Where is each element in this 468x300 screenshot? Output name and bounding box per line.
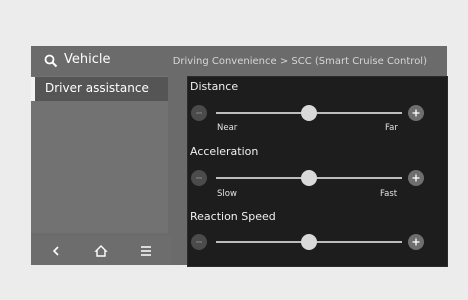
distance-slider-thumb[interactable] bbox=[301, 105, 317, 121]
minus-icon bbox=[196, 241, 202, 243]
sidebar: Driver assistance bbox=[31, 76, 168, 233]
app-window: Vehicle Driving Convenience > SCC (Smart… bbox=[31, 46, 448, 267]
top-bar: Vehicle Driving Convenience > SCC (Smart… bbox=[31, 46, 447, 76]
page-title: Vehicle bbox=[64, 52, 111, 67]
plus-icon bbox=[412, 109, 420, 117]
selection-indicator bbox=[31, 77, 35, 101]
sidebar-item-label: Driver assistance bbox=[45, 81, 149, 95]
acceleration-increase-button[interactable] bbox=[408, 170, 424, 186]
distance-label: Distance bbox=[190, 80, 239, 93]
settings-panel: Distance Near Far Acceleration Slow Fast… bbox=[187, 76, 448, 267]
chevron-left-icon bbox=[52, 246, 59, 256]
acceleration-slider-thumb[interactable] bbox=[301, 170, 317, 186]
acceleration-max-label: Fast bbox=[380, 189, 398, 199]
minus-icon bbox=[196, 112, 202, 114]
minus-icon bbox=[196, 177, 202, 179]
distance-decrease-button[interactable] bbox=[191, 105, 207, 121]
breadcrumb: Driving Convenience > SCC (Smart Cruise … bbox=[172, 56, 427, 67]
acceleration-min-label: Slow bbox=[217, 189, 237, 199]
distance-max-label: Far bbox=[385, 123, 398, 133]
search-icon[interactable] bbox=[44, 54, 58, 68]
reaction-speed-slider-thumb[interactable] bbox=[301, 234, 317, 250]
reaction-speed-decrease-button[interactable] bbox=[191, 234, 207, 250]
distance-increase-button[interactable] bbox=[408, 105, 424, 121]
plus-icon bbox=[412, 174, 420, 182]
distance-min-label: Near bbox=[217, 123, 238, 133]
menu-icon bbox=[141, 246, 151, 256]
menu-button[interactable] bbox=[131, 240, 161, 262]
reaction-speed-increase-button[interactable] bbox=[408, 234, 424, 250]
bottom-nav bbox=[31, 236, 171, 265]
back-button[interactable] bbox=[41, 240, 71, 262]
reaction-speed-label: Reaction Speed bbox=[190, 210, 276, 223]
home-icon bbox=[94, 245, 108, 257]
home-button[interactable] bbox=[86, 240, 116, 262]
sidebar-item-driver-assistance[interactable]: Driver assistance bbox=[31, 77, 168, 101]
acceleration-decrease-button[interactable] bbox=[191, 170, 207, 186]
acceleration-label: Acceleration bbox=[190, 145, 259, 158]
plus-icon bbox=[412, 238, 420, 246]
